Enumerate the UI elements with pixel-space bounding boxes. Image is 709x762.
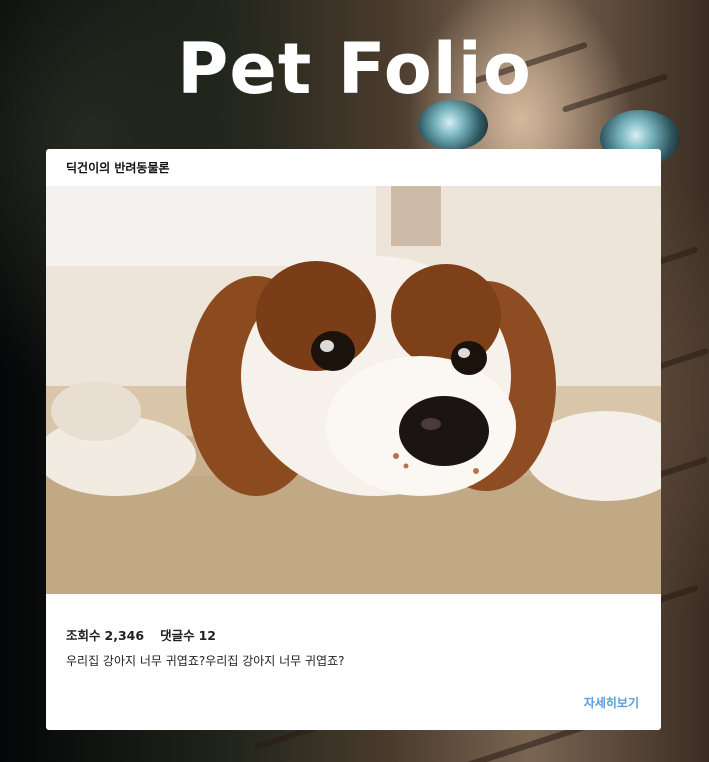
site-title: Pet Folio xyxy=(177,28,532,110)
comments-value: 12 xyxy=(198,628,216,643)
comments-stat: 댓글수 12 xyxy=(160,628,216,643)
post-card[interactable]: 딕건이의 반려동물론 조회수 2,346 댓글수 12 우리집 강아지 너무 귀… xyxy=(46,149,661,730)
views-label: 조회수 xyxy=(66,628,101,643)
post-description: 우리집 강아지 너무 귀엽죠?우리집 강아지 너무 귀엽죠? xyxy=(66,654,345,668)
view-details-link[interactable]: 자세히보기 xyxy=(584,694,639,711)
views-stat: 조회수 2,346 xyxy=(66,628,144,643)
dog-illustration xyxy=(46,186,661,594)
post-stats: 조회수 2,346 댓글수 12 xyxy=(66,625,232,644)
card-header-title: 딕건이의 반려동물론 xyxy=(66,161,170,175)
comments-label: 댓글수 xyxy=(160,628,195,643)
dog-photo[interactable] xyxy=(46,186,661,594)
views-value: 2,346 xyxy=(104,628,145,643)
